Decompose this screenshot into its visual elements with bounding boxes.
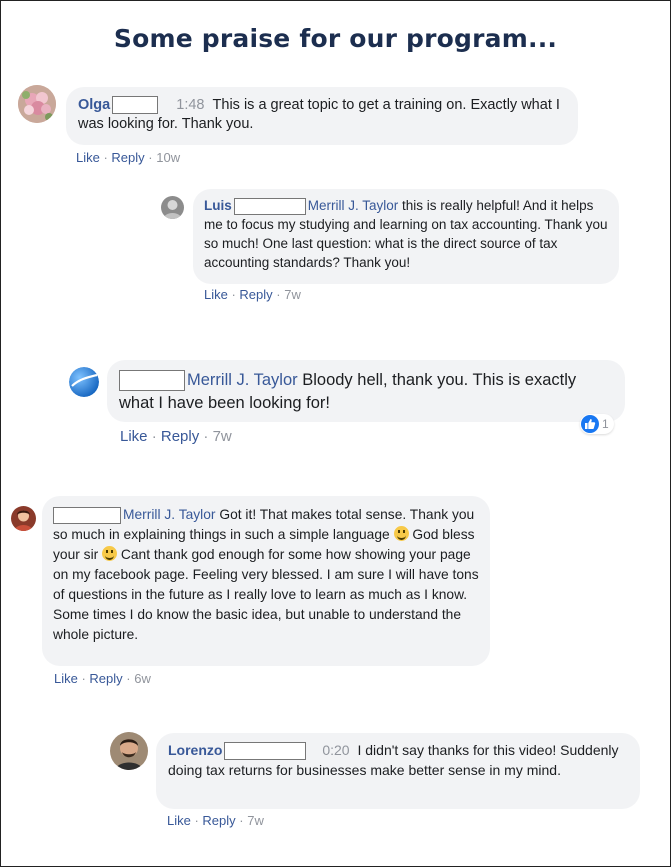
like-link[interactable]: Like (76, 150, 100, 165)
reply-link[interactable]: Reply (111, 150, 144, 165)
comment-bubble: Merrill J. Taylor Got it! That makes tot… (42, 496, 490, 666)
comment-actions: Like · Reply · 7w (120, 428, 232, 445)
like-link[interactable]: Like (54, 671, 78, 686)
comment-bubble: Merrill J. Taylor Bloody hell, thank you… (107, 360, 625, 422)
redacted-name-box (53, 506, 121, 524)
thumbs-up-icon (581, 415, 599, 433)
like-link[interactable]: Like (167, 813, 191, 828)
reply-link[interactable]: Reply (89, 671, 122, 686)
mention-link[interactable]: Merrill J. Taylor (123, 507, 216, 522)
comment-age: 7w (212, 428, 232, 445)
redacted-name-box (224, 742, 307, 761)
reaction-badge[interactable]: 1 (580, 414, 614, 434)
like-link[interactable]: Like (120, 428, 148, 445)
like-link[interactable]: Like (204, 287, 228, 302)
video-timestamp[interactable]: 1:48 (176, 97, 204, 113)
comment-text: Cant thank god enough for some how showi… (53, 547, 479, 642)
commenter-name[interactable]: Lorenzo (168, 742, 222, 758)
person-avatar-icon[interactable] (110, 732, 148, 770)
comment-actions: Like · Reply · 7w (204, 287, 301, 302)
video-timestamp[interactable]: 0:20 (322, 742, 349, 758)
reaction-count: 1 (602, 417, 609, 431)
comment-bubble: Luis Merrill J. Taylor this is really hel… (193, 189, 619, 284)
person-avatar-icon[interactable] (11, 506, 36, 531)
redacted-name-box (233, 197, 306, 215)
redacted-name-box (119, 370, 185, 392)
smiley-emoji-icon (102, 546, 118, 561)
page-title: Some praise for our program... (113, 24, 558, 53)
comment-bubble: Lorenzo 0:20 I didn't say thanks for thi… (156, 733, 640, 809)
person-avatar-icon[interactable] (161, 196, 184, 219)
comment-age: 7w (247, 813, 264, 828)
comment-actions: Like · Reply · 10w (76, 150, 181, 165)
comment-age: 7w (284, 287, 301, 302)
comment-age: 6w (134, 671, 151, 686)
flower-avatar-icon[interactable] (18, 85, 56, 123)
reply-link[interactable]: Reply (239, 287, 272, 302)
reply-link[interactable]: Reply (202, 813, 235, 828)
comment-bubble: Olga 1:48 This is a great topic to get a… (66, 87, 578, 145)
smiley-emoji-icon (393, 526, 409, 541)
commenter-name[interactable]: Olga (78, 97, 110, 113)
comment-actions: Like · Reply · 6w (54, 671, 151, 686)
comment-age: 10w (156, 150, 181, 165)
globe-avatar-icon[interactable] (69, 367, 99, 397)
redacted-name-box (112, 96, 159, 115)
mention-link[interactable]: Merrill J. Taylor (308, 198, 399, 213)
commenter-name[interactable]: Luis (204, 198, 232, 213)
mention-link[interactable]: Merrill J. Taylor (187, 371, 298, 389)
comment-actions: Like · Reply · 7w (167, 813, 264, 828)
reply-link[interactable]: Reply (161, 428, 199, 445)
